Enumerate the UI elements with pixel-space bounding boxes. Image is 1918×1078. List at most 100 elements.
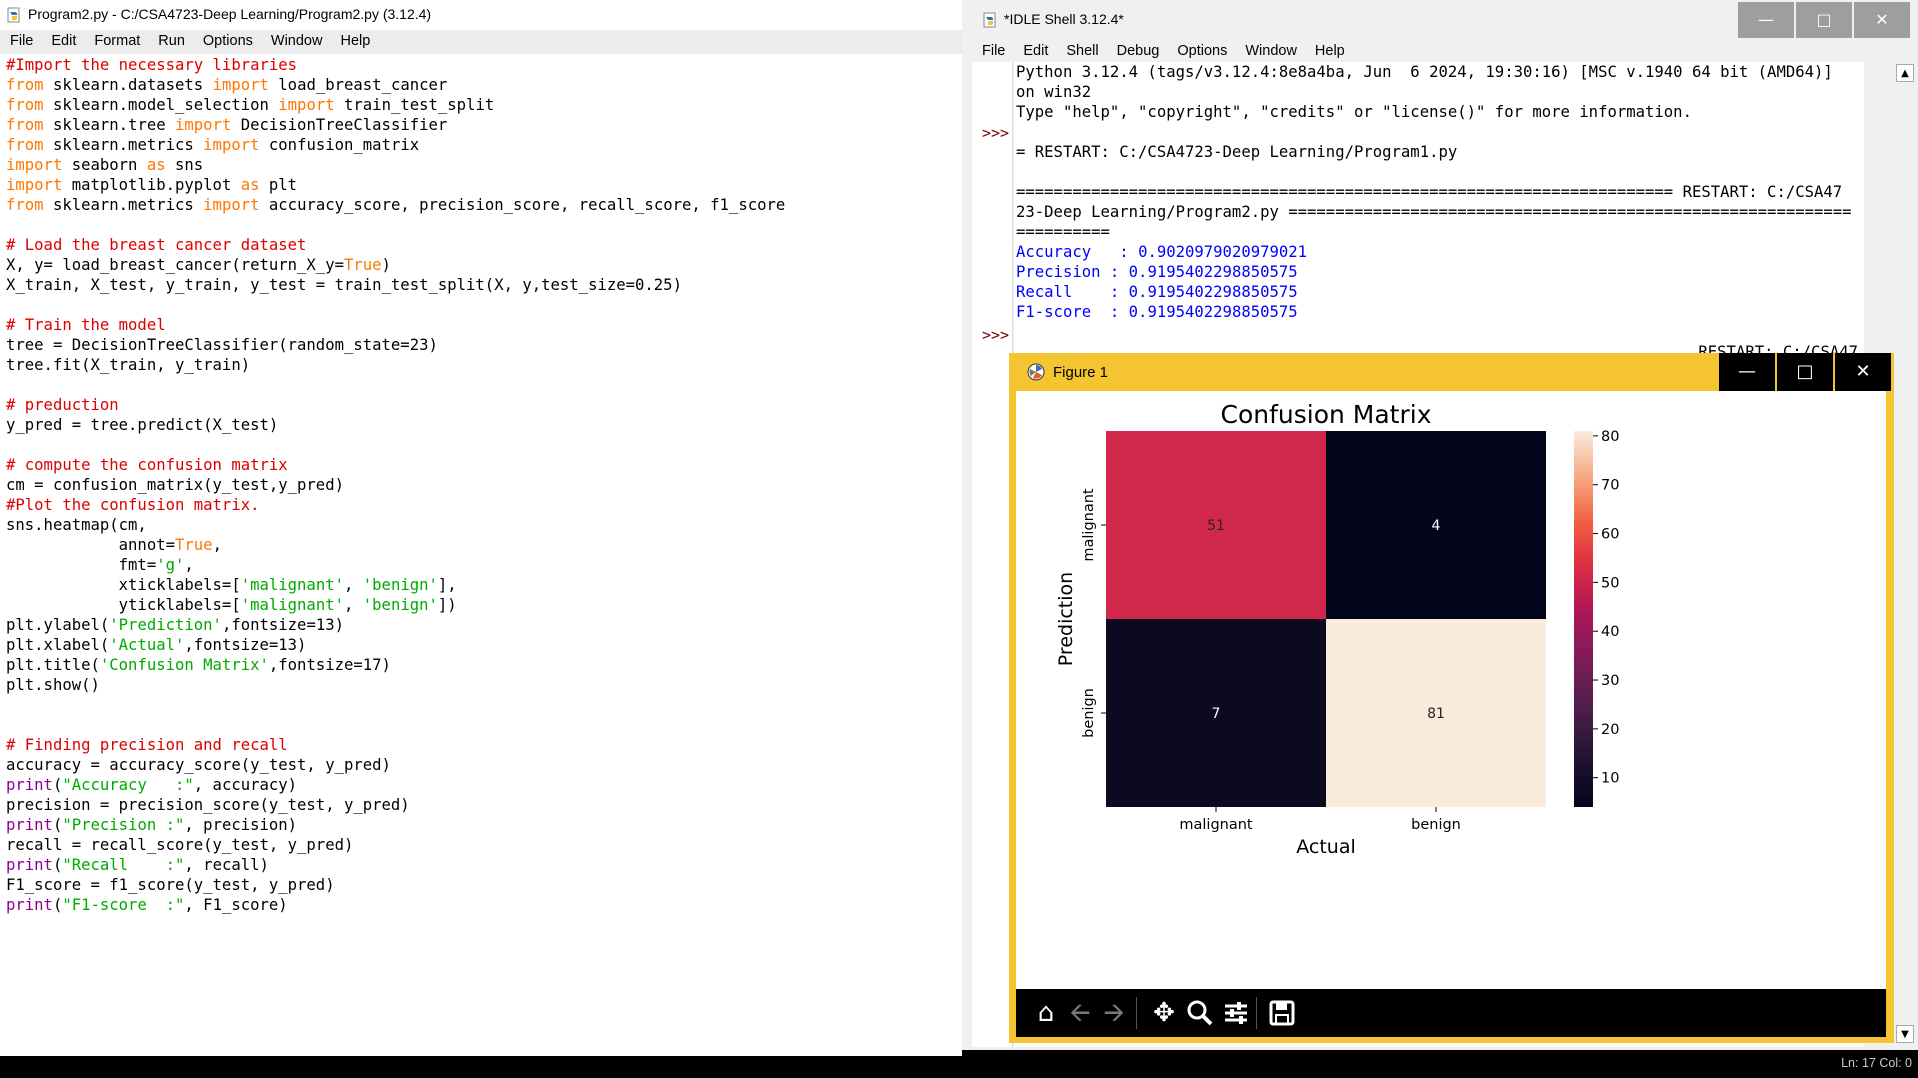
home-icon[interactable]: ⌂ bbox=[1028, 995, 1064, 1031]
code-line: tree.fit(X_train, y_train) bbox=[6, 356, 251, 374]
figure-titlebar[interactable]: Figure 1 — □ ✕ bbox=[1009, 353, 1894, 391]
close-button[interactable]: ✕ bbox=[1854, 2, 1910, 38]
maximize-icon: □ bbox=[1796, 361, 1814, 382]
figure-title: Figure 1 bbox=[1053, 364, 1109, 381]
code-line: plt.show() bbox=[6, 676, 100, 694]
code-line: y_pred = tree.predict(X_test) bbox=[6, 416, 279, 434]
code-line: sns.heatmap(cm, bbox=[6, 516, 147, 534]
shell-prompt: >>> bbox=[982, 124, 1010, 142]
code-line: tree = DecisionTreeClassifier(random_sta… bbox=[6, 336, 438, 354]
back-icon[interactable]: 🡨 bbox=[1062, 995, 1098, 1031]
toolbar-separator bbox=[1256, 997, 1257, 1029]
forward-icon[interactable]: 🡪 bbox=[1096, 995, 1132, 1031]
colorbar-tick-label: 30 bbox=[1601, 673, 1619, 689]
code-line: F1_score = f1_score(y_test, y_pred) bbox=[6, 876, 335, 894]
figure-maximize-button[interactable]: □ bbox=[1775, 353, 1833, 391]
code-line: # Finding precision and recall bbox=[6, 736, 288, 754]
python-file-icon bbox=[6, 7, 22, 23]
shell-menu-debug[interactable]: Debug bbox=[1117, 40, 1160, 59]
editor-window: Program2.py - C:/CSA4723-Deep Learning/P… bbox=[0, 0, 962, 1078]
code-line: # Train the model bbox=[6, 316, 166, 334]
minimize-button[interactable]: — bbox=[1738, 2, 1794, 38]
editor-menu-window[interactable]: Window bbox=[271, 30, 323, 49]
x-tick-label: benign bbox=[1411, 817, 1461, 833]
shell-prompt-gutter: >>> >>> bbox=[972, 62, 1013, 1047]
figure-minimize-button[interactable]: — bbox=[1717, 353, 1775, 391]
banner-line: Type "help", "copyright", "credits" or "… bbox=[1016, 103, 1692, 121]
result-line-recall: Recall : 0.9195402298850575 bbox=[1016, 283, 1298, 301]
shell-menu-edit[interactable]: Edit bbox=[1023, 40, 1048, 59]
code-line: plt.title('Confusion Matrix',fontsize=17… bbox=[6, 656, 391, 674]
shell-menu-options[interactable]: Options bbox=[1177, 40, 1227, 59]
editor-titlebar[interactable]: Program2.py - C:/CSA4723-Deep Learning/P… bbox=[0, 0, 962, 31]
code-line: # Load the breast cancer dataset bbox=[6, 236, 307, 254]
zoom-icon[interactable] bbox=[1182, 995, 1218, 1031]
code-editor[interactable]: #Import the necessary libraries from skle… bbox=[6, 55, 956, 1045]
colorbar-tick-label: 10 bbox=[1601, 771, 1619, 787]
shell-prompt: >>> bbox=[982, 326, 1010, 344]
editor-menu-format[interactable]: Format bbox=[94, 30, 140, 49]
code-line: recall = recall_score(y_test, y_pred) bbox=[6, 836, 354, 854]
code-line: yticklabels=['malignant', 'benign']) bbox=[6, 596, 457, 614]
code-line: precision = precision_score(y_test, y_pr… bbox=[6, 796, 410, 814]
restart-line: = RESTART: C:/CSA4723-Deep Learning/Prog… bbox=[1016, 143, 1458, 161]
shell-scrollbar[interactable]: ▲ ▼ bbox=[1894, 62, 1916, 1047]
editor-menu-run[interactable]: Run bbox=[158, 30, 185, 49]
editor-menubar: File Edit Format Run Options Window Help bbox=[0, 30, 962, 54]
colorbar-tick-label: 40 bbox=[1601, 624, 1619, 640]
editor-menu-help[interactable]: Help bbox=[340, 30, 370, 49]
code-line: #Import the necessary libraries bbox=[6, 56, 298, 74]
shell-titlebar[interactable]: *IDLE Shell 3.12.4* — □ ✕ bbox=[962, 0, 1918, 40]
configure-icon[interactable] bbox=[1218, 995, 1254, 1031]
colorbar-tick-label: 60 bbox=[1601, 527, 1619, 543]
y-axis-label: Prediction bbox=[1055, 572, 1077, 666]
colorbar-tick-label: 20 bbox=[1601, 722, 1619, 738]
cursor-position: Ln: 17 Col: 0 bbox=[1841, 1056, 1912, 1070]
x-axis-label: Actual bbox=[1296, 836, 1356, 858]
figure-toolbar: ⌂ 🡨 🡪 ✥ bbox=[1016, 989, 1886, 1037]
shell-menu-shell[interactable]: Shell bbox=[1066, 40, 1098, 59]
confusion-matrix-heatmap: 51 4 7 81 Confusion Matrix malignant benign Act… bbox=[1055, 400, 1619, 858]
code-line: plt.xlabel('Actual',fontsize=13) bbox=[6, 636, 307, 654]
editor-menu-file[interactable]: File bbox=[10, 30, 33, 49]
cell-value-label: 4 bbox=[1432, 518, 1441, 534]
code-line: # preduction bbox=[6, 396, 119, 414]
code-line: X_train, X_test, y_train, y_test = train… bbox=[6, 276, 682, 294]
shell-menubar: File Edit Shell Debug Options Window Help bbox=[972, 40, 1918, 62]
scroll-up-icon[interactable]: ▲ bbox=[1896, 64, 1914, 82]
result-line-precision: Precision : 0.9195402298850575 bbox=[1016, 263, 1298, 281]
code-line: annot=True, bbox=[6, 536, 222, 554]
editor-menu-edit[interactable]: Edit bbox=[51, 30, 76, 49]
editor-menu-options[interactable]: Options bbox=[203, 30, 253, 49]
code-line: # compute the confusion matrix bbox=[6, 456, 288, 474]
editor-title: Program2.py - C:/CSA4723-Deep Learning/P… bbox=[28, 6, 432, 22]
code-line: print("Precision :", precision) bbox=[6, 816, 298, 834]
result-line-accuracy: Accuracy : 0.9020979020979021 bbox=[1016, 243, 1308, 261]
figure-canvas[interactable]: 51 4 7 81 Confusion Matrix malignant benign Act… bbox=[1016, 391, 1886, 989]
colorbar bbox=[1574, 431, 1593, 807]
code-line: xticklabels=['malignant', 'benign'], bbox=[6, 576, 457, 594]
shell-menu-help[interactable]: Help bbox=[1315, 40, 1345, 59]
pan-icon[interactable]: ✥ bbox=[1146, 995, 1182, 1031]
shell-menu-window[interactable]: Window bbox=[1245, 40, 1297, 59]
maximize-button[interactable]: □ bbox=[1796, 2, 1852, 38]
scroll-down-icon[interactable]: ▼ bbox=[1896, 1025, 1914, 1043]
code-line: import matplotlib.pyplot as plt bbox=[6, 176, 298, 194]
y-tick-label: benign bbox=[1081, 688, 1097, 738]
code-line: cm = confusion_matrix(y_test,y_pred) bbox=[6, 476, 344, 494]
maximize-icon: □ bbox=[1816, 10, 1832, 29]
code-line: plt.ylabel('Prediction',fontsize=13) bbox=[6, 616, 345, 634]
code-line: from sklearn.metrics import accuracy_sco… bbox=[6, 196, 786, 214]
result-line-f1: F1-score : 0.9195402298850575 bbox=[1016, 303, 1298, 321]
x-tick-label: malignant bbox=[1179, 817, 1253, 833]
code-line: from sklearn.tree import DecisionTreeCla… bbox=[6, 116, 448, 134]
colorbar-tick-label: 50 bbox=[1601, 575, 1619, 591]
save-icon[interactable] bbox=[1264, 995, 1300, 1031]
figure-close-button[interactable]: ✕ bbox=[1833, 353, 1891, 391]
shell-menu-file[interactable]: File bbox=[982, 40, 1005, 59]
restart-line: 23-Deep Learning/Program2.py ===========… bbox=[1016, 203, 1852, 221]
code-line: X, y= load_breast_cancer(return_X_y=True… bbox=[6, 256, 391, 274]
